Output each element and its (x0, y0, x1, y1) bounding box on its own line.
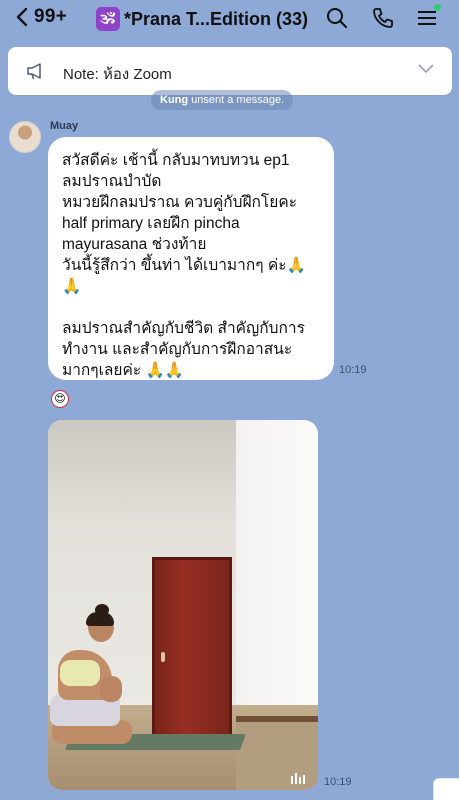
video-door (152, 557, 232, 737)
chevron-left-icon (16, 7, 28, 27)
reaction-badge[interactable]: 😍 (51, 390, 69, 408)
unsent-text: unsent a message. (188, 94, 285, 106)
video-bars-icon (291, 773, 305, 784)
video-person (48, 600, 138, 750)
chat-title[interactable]: 🕉 *Prana T...Edition (33) (96, 7, 308, 31)
message-time: 10:19 (339, 364, 367, 376)
note-banner[interactable]: Note: ห้อง Zoom (8, 47, 452, 95)
back-button[interactable]: 99+ (16, 6, 67, 28)
chat-title-text: *Prana T...Edition (33) (124, 8, 309, 29)
video-time: 10:19 (324, 776, 352, 788)
unsent-notice: Kung unsent a message. (151, 90, 294, 110)
online-indicator (434, 4, 441, 11)
message-bubble[interactable]: สวัสดีค่ะ เช้านี้ กลับมาทบทวน ep1 ลมปราณ… (48, 137, 334, 380)
unread-count: 99+ (34, 6, 68, 27)
avatar[interactable] (9, 121, 41, 153)
unsent-user: Kung (160, 94, 189, 106)
phone-icon[interactable] (371, 6, 395, 30)
chevron-down-icon[interactable] (418, 64, 434, 74)
note-text: Note: ห้อง Zoom (63, 66, 172, 83)
om-icon: 🕉 (96, 7, 120, 31)
search-icon[interactable] (325, 6, 349, 30)
scroll-down-button[interactable] (433, 778, 459, 800)
sender-name: Muay (50, 120, 79, 132)
video-thumbnail[interactable] (48, 420, 318, 790)
megaphone-icon (27, 63, 41, 80)
chat-header: 99+ 🕉 *Prana T...Edition (33) (0, 0, 459, 40)
message-text: สวัสดีค่ะ เช้านี้ กลับมาทบทวน ep1 ลมปราณ… (62, 152, 306, 379)
